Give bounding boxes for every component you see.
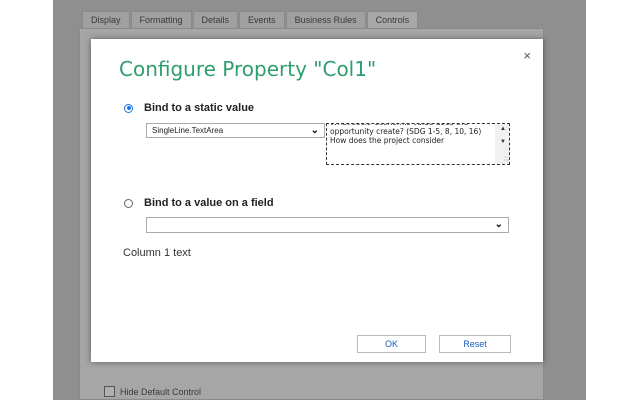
scroll-up-icon[interactable]: ▲	[500, 126, 506, 132]
tab-controls: Controls	[366, 11, 419, 28]
scroll-down-icon[interactable]: ▼	[500, 139, 506, 145]
chevron-down-icon: ⌄	[494, 219, 503, 230]
ok-button[interactable]: OK	[357, 335, 426, 353]
control-type-value: SingleLine.TextArea	[152, 126, 224, 135]
tab-events: Events	[239, 11, 285, 28]
chevron-down-icon: ⌄	[310, 125, 319, 136]
column-description: Column 1 text	[123, 247, 191, 259]
field-value-radio[interactable]	[124, 198, 133, 208]
reset-button[interactable]: Reset	[439, 335, 511, 353]
field-select[interactable]: ⌄	[146, 217, 509, 233]
control-type-select[interactable]: SingleLine.TextArea ⌄	[146, 123, 325, 138]
static-value-label: Bind to a static value	[144, 102, 255, 114]
field-value-option[interactable]: Bind to a value on a field	[124, 197, 274, 209]
tab-details: Details	[192, 11, 239, 28]
static-value-text: What socio-economic value does the oppor…	[330, 124, 482, 145]
tab-formatting: Formatting	[130, 11, 192, 28]
resize-grip-icon[interactable]: ∴	[504, 156, 508, 163]
tab-display: Display	[82, 11, 130, 28]
dialog-title: Configure Property "Col1"	[119, 57, 377, 81]
static-value-textarea[interactable]: What socio-economic value does the oppor…	[326, 123, 510, 165]
close-icon[interactable]: ×	[523, 49, 531, 62]
static-value-radio[interactable]	[124, 103, 133, 113]
hide-default-control: Hide Default Control	[104, 386, 201, 397]
static-value-option[interactable]: Bind to a static value	[124, 102, 254, 114]
hide-default-control-label: Hide Default Control	[120, 386, 202, 397]
background-tab-bar: Display Formatting Details Events Busine…	[82, 11, 419, 29]
tab-business-rules: Business Rules	[285, 11, 366, 28]
configure-property-dialog: × Configure Property "Col1" Bind to a st…	[91, 39, 543, 362]
field-value-label: Bind to a value on a field	[144, 197, 274, 209]
hide-default-control-checkbox	[104, 386, 115, 397]
